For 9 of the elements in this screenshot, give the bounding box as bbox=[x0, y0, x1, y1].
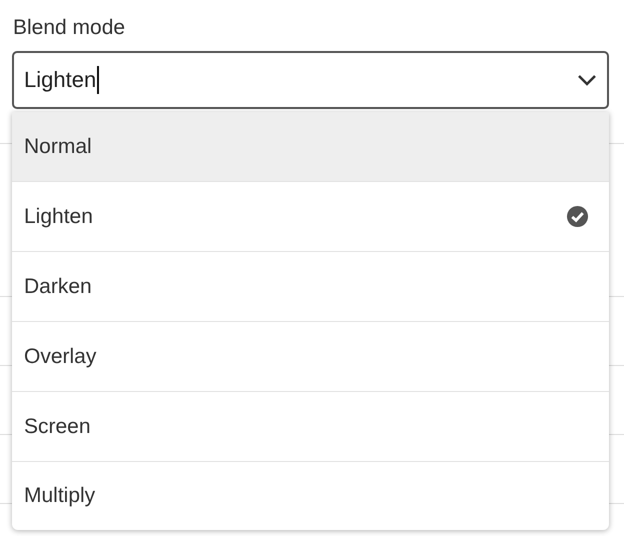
dropdown-option[interactable]: Overlay bbox=[12, 322, 609, 392]
field-label: Blend mode bbox=[13, 16, 126, 40]
chevron-down-icon[interactable] bbox=[577, 74, 597, 86]
dropdown-option[interactable]: Screen bbox=[12, 392, 609, 462]
dropdown-option[interactable]: Normal bbox=[12, 112, 609, 182]
dropdown-option[interactable]: Lighten bbox=[12, 182, 609, 252]
dropdown-option[interactable]: Darken bbox=[12, 252, 609, 322]
dropdown-option[interactable]: Multiply bbox=[12, 462, 609, 530]
blend-mode-select[interactable]: Lighten bbox=[12, 51, 609, 109]
